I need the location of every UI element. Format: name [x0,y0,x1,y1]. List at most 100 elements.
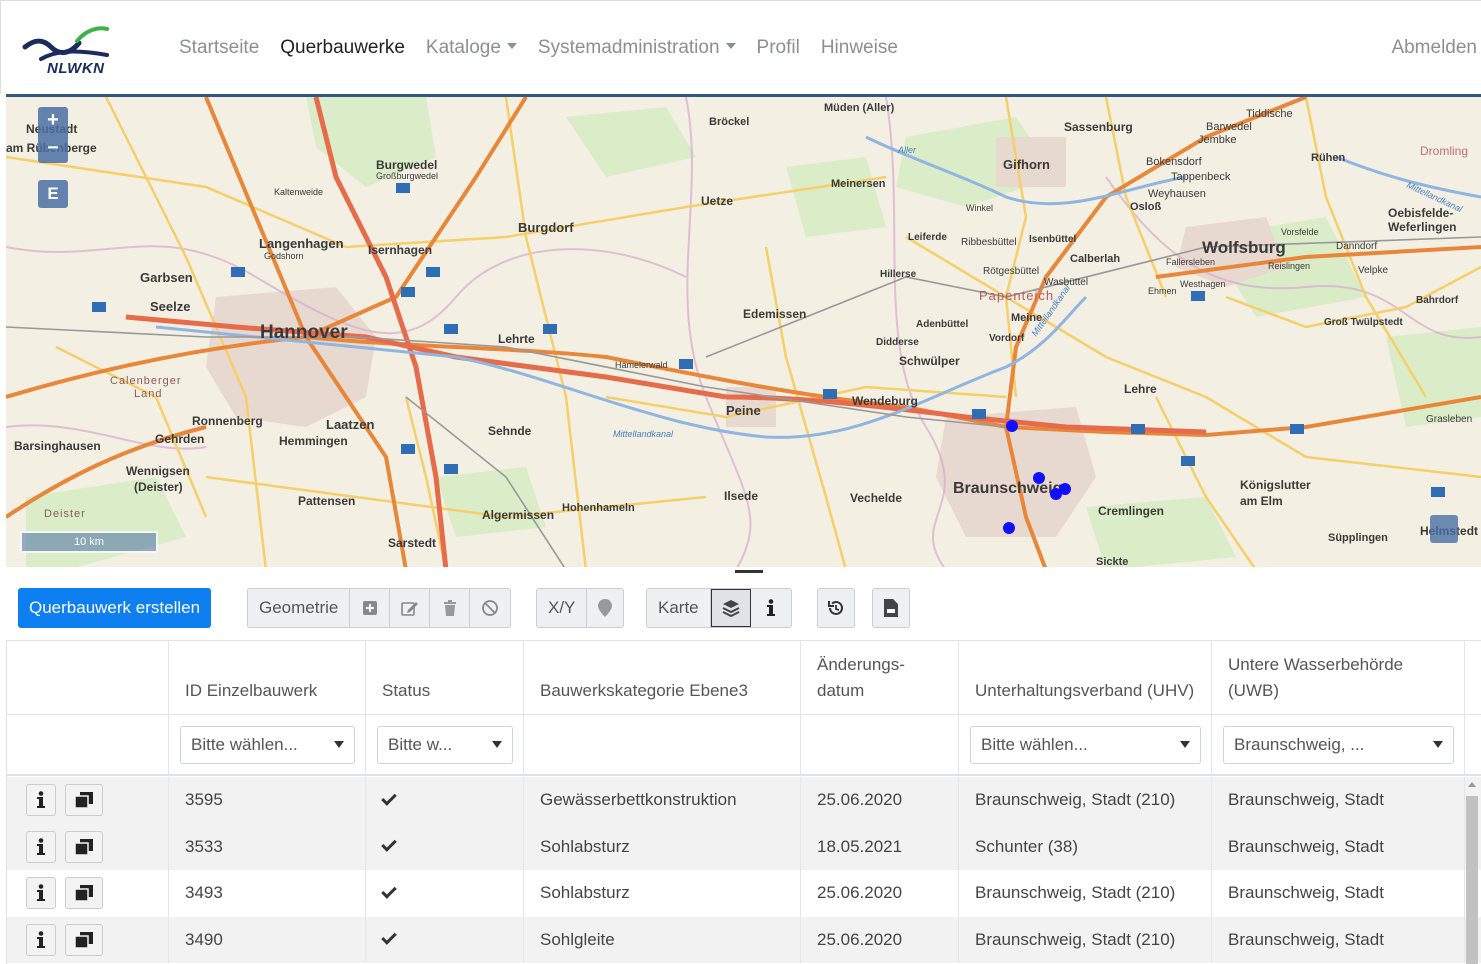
select-value: Braunschweig, ... [1234,735,1365,754]
info-icon [37,884,45,901]
nav-querbauwerke[interactable]: Querbauwerke [280,37,405,59]
export-button[interactable] [872,588,910,628]
map-layer-button-group: Karte [646,588,792,628]
scroll-thumb[interactable] [1466,796,1478,964]
toolbar: Querbauwerk erstellen Geometrie X/Y Kart… [0,576,1481,640]
dropdown-arrow-icon [1433,741,1443,748]
svg-text:Rötgesbüttel: Rötgesbüttel [983,266,1039,277]
svg-text:Weferlingen: Weferlingen [1388,220,1456,234]
create-querbauwerk-button[interactable]: Querbauwerk erstellen [18,588,212,628]
column-header-id[interactable]: ID Einzelbauwerk [169,641,366,714]
filter-cell-datum [801,715,959,774]
column-header-datum[interactable]: Änderungs- datum [801,641,959,714]
table-row[interactable]: 3493 Sohlabsturz 25.06.2020 Braunschweig… [7,870,1481,917]
zoom-out-button[interactable]: − [38,135,68,163]
svg-text:Vorsfelde: Vorsfelde [1281,227,1319,237]
nav-systemadministration-dropdown[interactable]: Systemadministration [538,37,736,59]
geometry-label[interactable]: Geometrie [248,589,351,627]
karte-button[interactable]: Karte [647,589,711,627]
uwb-filter-select[interactable]: Braunschweig, ... [1223,726,1454,764]
svg-text:Aller: Aller [897,145,917,155]
nav-label: Startseite [179,37,260,58]
svg-text:Calberlah: Calberlah [1070,253,1120,265]
table-row[interactable]: 3595 Gewässerbettkonstruktion 25.06.2020… [7,777,1481,824]
cell-uwb: Braunschweig, Stadt [1212,870,1465,917]
map-resize-handle[interactable] [735,570,763,573]
map-canvas[interactable]: Neustadt am Rübenberge Bröckel Müden (Al… [6,97,1481,567]
map-info-button[interactable] [751,589,791,627]
add-geometry-button[interactable] [350,589,391,627]
cell-kategorie: Sohlabsturz [524,870,801,917]
uhv-filter-select[interactable]: Bitte wählen... [970,726,1201,764]
xy-coordinates-button[interactable]: X/Y [537,589,588,627]
row-copy-button[interactable] [65,877,103,909]
svg-text:Burgdorf: Burgdorf [518,220,574,235]
svg-text:Didderse: Didderse [876,337,919,348]
svg-text:Wendeburg: Wendeburg [852,394,918,408]
select-value: Bitte w... [388,735,453,754]
table-scrollbar[interactable] [1466,776,1480,964]
cancel-geometry-button[interactable] [470,589,510,627]
cell-uhv: Braunschweig, Stadt (210) [959,916,1212,963]
cell-uhv: Braunschweig, Stadt (210) [959,777,1212,824]
row-info-button[interactable] [26,830,56,863]
cell-uwb: Braunschweig, Stadt [1212,777,1465,824]
copy-icon [75,838,93,855]
svg-text:Ronnenberg: Ronnenberg [192,414,263,428]
svg-text:Gifhorn: Gifhorn [1003,157,1050,172]
column-header-uhv[interactable]: Unterhaltungsverband (UHV) [959,641,1212,714]
zoom-in-button[interactable]: + [38,107,68,135]
row-actions [7,777,169,824]
column-header-uwb[interactable]: Untere Wasserbehörde (UWB) [1212,641,1465,714]
id-filter-select[interactable]: Bitte wählen... [180,726,355,764]
table-row[interactable]: 3490 Sohlgleite 25.06.2020 Braunschweig,… [7,916,1481,963]
edit-geometry-button[interactable] [390,589,431,627]
svg-text:Vordorf: Vordorf [989,333,1025,344]
svg-text:Müden (Aller): Müden (Aller) [824,102,895,114]
table-filter-row: Bitte wählen... Bitte w... Bitte wählen.… [7,715,1481,776]
logout-link[interactable]: Abmelden [1391,37,1477,59]
row-copy-button[interactable] [65,830,103,863]
reset-button[interactable] [817,588,855,628]
row-info-button[interactable] [26,877,56,909]
check-icon [381,929,397,945]
nav-kataloge-dropdown[interactable]: Kataloge [426,37,517,59]
row-info-button[interactable] [26,923,56,956]
filter-cell-uhv: Bitte wählen... [959,715,1212,774]
filter-cell-empty [7,715,169,774]
brand-name: NLWKN [47,60,105,77]
svg-text:Ehmen: Ehmen [1148,286,1177,296]
main-nav: Startseite Querbauwerke Kataloge Systema… [179,37,919,59]
svg-text:Deister: Deister [44,508,86,520]
delete-geometry-button[interactable] [430,589,471,627]
svg-text:Hohenhameln: Hohenhameln [562,502,635,514]
status-filter-select[interactable]: Bitte w... [377,726,513,764]
row-copy-button[interactable] [65,784,103,816]
map-view[interactable]: Neustadt am Rübenberge Bröckel Müden (Al… [6,94,1481,567]
nav-startseite[interactable]: Startseite [179,37,259,59]
svg-text:Lehrte: Lehrte [498,332,535,346]
map-overview-button[interactable] [1430,515,1458,543]
filter-cell-id: Bitte wählen... [169,715,366,774]
nav-hinweise[interactable]: Hinweise [821,37,898,59]
nav-profil[interactable]: Profil [757,37,800,59]
check-icon [381,882,397,899]
svg-text:Sassenburg: Sassenburg [1064,120,1133,134]
svg-text:Peine: Peine [726,403,761,418]
row-actions [7,870,169,917]
column-header-status[interactable]: Status [366,641,524,714]
editor-toggle-button[interactable]: E [38,180,68,208]
row-copy-button[interactable] [65,923,103,956]
table-row[interactable]: 3533 Sohlabsturz 18.05.2021 Schunter (38… [7,823,1481,870]
svg-text:Westhagen: Westhagen [1180,279,1225,289]
column-header-kategorie[interactable]: Bauwerkskategorie Ebene3 [524,641,801,714]
svg-text:Adenbüttel: Adenbüttel [916,319,968,330]
layers-button[interactable] [710,589,751,627]
svg-text:Kaltenweide: Kaltenweide [274,187,323,197]
locate-button[interactable] [587,589,623,627]
cell-status [366,916,524,963]
svg-text:Hämelerwald: Hämelerwald [615,360,668,370]
scroll-up-arrow-icon[interactable] [1468,782,1476,787]
row-info-button[interactable] [26,784,56,816]
geometry-button-group: Geometrie [247,588,512,628]
